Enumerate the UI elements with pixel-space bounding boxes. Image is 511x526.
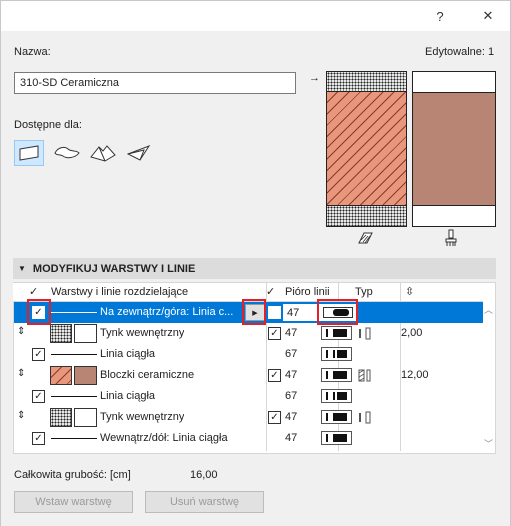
avail-shell-icon[interactable]	[124, 140, 154, 166]
table-row[interactable]: ⇕ Bloczki ceramiczne ✓ 47 12,00	[14, 365, 483, 386]
drag-handle-icon[interactable]: ⇕	[17, 326, 25, 337]
row-label: Linia ciągła	[100, 390, 156, 402]
drag-handle-icon[interactable]: ⇕	[17, 368, 25, 379]
drag-handle-icon[interactable]: ⇕	[17, 410, 25, 421]
ceramic-surface-swatch	[74, 366, 97, 385]
pen-value: 67	[285, 390, 298, 402]
pen-value: 47	[285, 327, 298, 339]
layer-preview-filled	[412, 71, 496, 227]
line-type-icon[interactable]	[321, 410, 352, 424]
surface-swatch	[74, 324, 97, 343]
header-thickness-icon: ⇳	[405, 286, 415, 298]
solid-line-swatch	[51, 312, 97, 313]
name-input[interactable]: 310-SD Ceramiczna	[14, 72, 296, 94]
table-row[interactable]: ⇕ Tynk wewnętrzny ✓ 47	[14, 407, 483, 428]
plaster-fill-swatch	[50, 408, 72, 427]
pen-value: 67	[285, 348, 298, 360]
pen-checkbox[interactable]: ✓	[268, 327, 281, 340]
editable-count: Edytowalne: 1	[425, 46, 495, 58]
line-type-icon[interactable]	[321, 368, 352, 382]
highlight-line-type-button	[242, 299, 266, 325]
table-scrollbar[interactable]: ︿ ﹀	[483, 283, 495, 453]
pen-checkbox[interactable]: ✓	[268, 369, 281, 382]
header-pen-check-icon[interactable]: ✓	[266, 285, 275, 298]
modify-layers-section-header[interactable]: ▼ MODYFIKUJ WARSTWY I LINIE	[13, 258, 496, 279]
avail-wall-icon[interactable]	[14, 140, 44, 166]
table-row[interactable]: ✓ Wewnątrz/dół: Linia ciągła 47	[14, 428, 483, 449]
finish-type-icon	[358, 411, 372, 427]
paint-brush-icon[interactable]	[444, 229, 458, 250]
solid-line-swatch	[51, 396, 97, 397]
row-label: Wewnątrz/dół: Linia ciągła	[100, 432, 228, 444]
solid-line-swatch	[51, 438, 97, 439]
pen-value: 47	[285, 369, 298, 381]
solid-line-swatch	[51, 354, 97, 355]
row-checkbox[interactable]: ✓	[32, 390, 45, 403]
avail-slab-icon[interactable]	[52, 140, 82, 166]
ceramic-fill-swatch	[50, 366, 72, 385]
line-type-icon[interactable]	[321, 389, 352, 403]
help-button[interactable]: ?	[420, 1, 460, 31]
avail-roof-icon[interactable]	[88, 140, 118, 166]
table-row[interactable]: ⇕ Tynk wewnętrzny ✓ 47 2,00	[14, 323, 483, 344]
layer-preview-hatched	[326, 71, 407, 227]
row-checkbox[interactable]: ✓	[32, 432, 45, 445]
insert-layer-button[interactable]: Wstaw warstwę	[14, 491, 133, 513]
total-thickness-value: 16,00	[190, 469, 218, 481]
thickness-value: 12,00	[401, 369, 429, 381]
pen-value: 47	[287, 306, 300, 319]
pen-value: 47	[285, 411, 298, 423]
line-type-icon[interactable]	[321, 431, 352, 445]
row-checkbox[interactable]: ✓	[32, 348, 45, 361]
table-row[interactable]: ✓ Linia ciągła 67	[14, 386, 483, 407]
pen-checkbox[interactable]: ✓	[268, 411, 281, 424]
close-button[interactable]: ✕	[468, 1, 508, 31]
collapse-arrow-icon[interactable]: ▼	[18, 264, 26, 273]
delete-layer-button[interactable]: Usuń warstwę	[145, 491, 264, 513]
header-type: Typ	[355, 286, 373, 298]
line-type-icon[interactable]	[321, 326, 352, 340]
core-type-icon	[358, 369, 372, 385]
highlight-line-type-field	[317, 299, 358, 325]
scroll-down-icon[interactable]: ﹀	[484, 437, 493, 450]
available-for-label: Dostępne dla:	[14, 119, 82, 131]
cut-fill-icon[interactable]	[356, 231, 374, 248]
row-label: Tynk wewnętrzny	[100, 327, 185, 339]
name-label: Nazwa:	[14, 46, 51, 58]
thickness-value: 2,00	[401, 327, 423, 339]
row-label: Linia ciągła	[100, 348, 156, 360]
name-input-value: 310-SD Ceramiczna	[20, 77, 120, 89]
structure-type-icon	[358, 327, 372, 343]
highlight-row-checkbox	[27, 299, 51, 325]
total-thickness-label: Całkowita grubość: [cm]	[14, 469, 131, 481]
row-label: Bloczki ceramiczne	[100, 369, 195, 381]
table-row[interactable]: ✓ Linia ciągła 67	[14, 344, 483, 365]
surface-swatch	[74, 408, 97, 427]
section-title: MODYFIKUJ WARSTWY I LINIE	[32, 262, 196, 275]
row-label: Tynk wewnętrzny	[100, 411, 185, 423]
row-label: Na zewnątrz/góra: Linia c...	[100, 306, 234, 318]
line-type-icon[interactable]	[321, 347, 352, 361]
header-layers-lines: Warstwy i linie rozdzielające	[51, 286, 189, 298]
pen-checkbox[interactable]	[268, 306, 281, 319]
header-line-pen: Pióro linii	[285, 286, 330, 298]
header-check-icon[interactable]: ✓	[29, 285, 38, 298]
plaster-fill-swatch	[50, 324, 72, 343]
scroll-up-icon[interactable]: ︿	[484, 303, 493, 316]
pen-value: 47	[285, 432, 298, 444]
outside-arrow-icon: →	[309, 72, 320, 84]
